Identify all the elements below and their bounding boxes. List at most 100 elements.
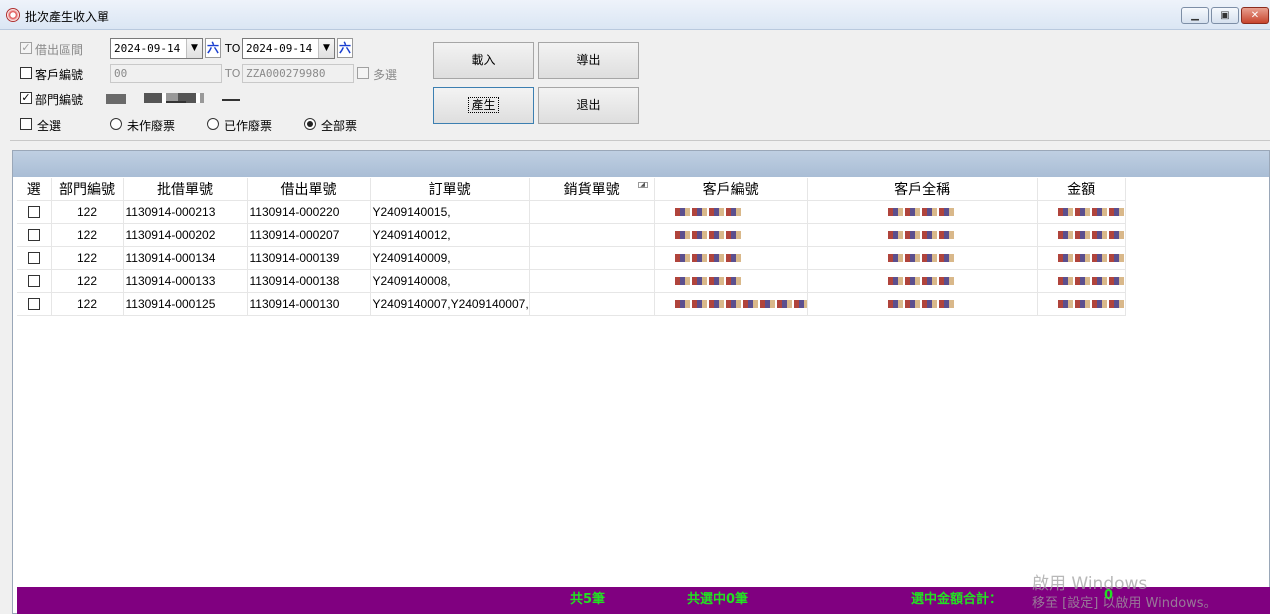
col-customer-no[interactable]: 客戶編號 [654, 178, 808, 201]
select-all-label: 全選 [37, 119, 62, 133]
chevron-down-icon[interactable]: ▼ [318, 39, 334, 58]
cell-batch-no: 1130914-000213 [123, 200, 248, 224]
department-redacted [106, 90, 242, 108]
row-checkbox[interactable] [27, 252, 40, 265]
grid-table: 選 部門編號 批借單號 借出單號 訂單號 銷貨單號 ◢ 客戶編號 客戶全稱 金額 … [17, 178, 1126, 316]
cell-borrow-no: 1130914-000220 [247, 200, 371, 224]
table-row[interactable]: 122 1130914-000134 1130914-000139 Y24091… [17, 246, 1126, 270]
minimize-icon: ▁ [1191, 10, 1199, 21]
export-button[interactable]: 導出 [538, 42, 639, 79]
cell-amount [1037, 269, 1126, 293]
radio-unvoided-label: 未作廢票 [127, 119, 176, 133]
separator [10, 140, 1270, 141]
table-row[interactable]: 122 1130914-000213 1130914-000220 Y24091… [17, 200, 1126, 224]
cell-sales-no [529, 223, 655, 247]
row-select-cell[interactable] [17, 269, 52, 293]
borrow-period-checkbox[interactable]: ✓ [20, 42, 32, 54]
data-grid[interactable]: 選 部門編號 批借單號 借出單號 訂單號 銷貨單號 ◢ 客戶編號 客戶全稱 金額 … [12, 150, 1270, 614]
calendar-to-button[interactable]: 六 [337, 38, 353, 58]
table-row[interactable]: 122 1130914-000202 1130914-000207 Y24091… [17, 223, 1126, 247]
radio-voided[interactable] [207, 118, 219, 130]
selected-amount-label: 選中金額合計： [911, 592, 1003, 607]
select-all-checkbox[interactable] [20, 118, 32, 130]
redacted-amount [1057, 254, 1124, 263]
generate-button-label: 產生 [468, 97, 499, 113]
col-borrow-no[interactable]: 借出單號 [247, 178, 371, 201]
col-amount[interactable]: 金額 [1037, 178, 1126, 201]
close-button[interactable]: ✕ [1241, 7, 1269, 24]
customer-no-checkbox[interactable] [20, 67, 32, 79]
row-select-cell[interactable] [17, 200, 52, 224]
row-select-cell[interactable] [17, 246, 52, 270]
cell-batch-no: 1130914-000202 [123, 223, 248, 247]
cell-batch-no: 1130914-000133 [123, 269, 248, 293]
watermark-line2: 移至 [設定] 以啟用 Windows。 [1032, 596, 1217, 611]
radio-all[interactable] [304, 118, 316, 130]
cell-department: 122 [51, 200, 124, 224]
col-customer-name[interactable]: 客戶全稱 [807, 178, 1038, 201]
cell-order-no: Y2409140008, [370, 269, 530, 293]
row-checkbox[interactable] [27, 275, 40, 288]
maximize-button[interactable]: ▣ [1211, 7, 1239, 24]
selected-count: 共選中0筆 [687, 592, 749, 607]
sort-icon[interactable]: ◢ [637, 182, 648, 188]
date-from-combo[interactable]: 2024-09-14 ▼ [110, 38, 203, 59]
generate-button[interactable]: 產生 [433, 87, 534, 124]
cell-borrow-no: 1130914-000139 [247, 246, 371, 270]
cell-customer-name [807, 223, 1038, 247]
cell-order-no: Y2409140015, [370, 200, 530, 224]
col-sales-no[interactable]: 銷貨單號 ◢ [529, 178, 655, 201]
maximize-icon: ▣ [1220, 10, 1230, 21]
redacted-customer-name [887, 208, 954, 217]
row-select-cell[interactable] [17, 223, 52, 247]
window-title: 批次產生收入單 [25, 10, 110, 24]
col-select[interactable]: 選 [17, 178, 52, 201]
exit-button[interactable]: 退出 [538, 87, 639, 124]
table-row[interactable]: 122 1130914-000125 1130914-000130 Y24091… [17, 292, 1126, 316]
multi-select-label: 多選 [373, 68, 398, 82]
row-select-cell[interactable] [17, 292, 52, 316]
multi-select-checkbox[interactable] [357, 67, 369, 79]
col-order-no[interactable]: 訂單號 [370, 178, 530, 201]
minimize-button[interactable]: ▁ [1181, 7, 1209, 24]
borrow-period-label: 借出區間 [35, 43, 84, 57]
redacted-amount [1057, 208, 1124, 217]
cell-customer-no [654, 292, 808, 316]
date-from-value: 2024-09-14 [114, 42, 181, 55]
customer-from-field[interactable]: 00 [110, 64, 222, 83]
chevron-down-icon[interactable]: ▼ [186, 39, 202, 58]
calendar-from-button[interactable]: 六 [205, 38, 221, 58]
department-checkbox[interactable]: ✓ [20, 92, 32, 104]
cell-borrow-no: 1130914-000207 [247, 223, 371, 247]
cell-customer-name [807, 200, 1038, 224]
cell-customer-no [654, 269, 808, 293]
redacted-customer-no [674, 254, 741, 263]
col-department[interactable]: 部門編號 [51, 178, 124, 201]
customer-to-field[interactable]: ZZA000279980 [242, 64, 354, 83]
cell-department: 122 [51, 246, 124, 270]
redacted-customer-name [887, 300, 954, 309]
radio-unvoided[interactable] [110, 118, 122, 130]
cell-amount [1037, 223, 1126, 247]
cell-customer-name [807, 246, 1038, 270]
cell-sales-no [529, 292, 655, 316]
cell-order-no: Y2409140012, [370, 223, 530, 247]
radio-all-label: 全部票 [321, 119, 358, 133]
close-icon: ✕ [1250, 10, 1260, 21]
table-row[interactable]: 122 1130914-000133 1130914-000138 Y24091… [17, 269, 1126, 293]
col-batch-no[interactable]: 批借單號 [123, 178, 248, 201]
cell-department: 122 [51, 269, 124, 293]
load-button[interactable]: 載入 [433, 42, 534, 79]
row-checkbox[interactable] [27, 206, 40, 219]
redacted-customer-no [674, 277, 741, 286]
cell-batch-no: 1130914-000134 [123, 246, 248, 270]
cell-amount [1037, 246, 1126, 270]
date-to-combo[interactable]: 2024-09-14 ▼ [242, 38, 335, 59]
cell-sales-no [529, 246, 655, 270]
cell-customer-no [654, 246, 808, 270]
title-bar: 批次產生收入單 ▁ ▣ ✕ [0, 0, 1270, 30]
row-checkbox[interactable] [27, 229, 40, 242]
redacted-amount [1057, 277, 1124, 286]
row-checkbox[interactable] [27, 298, 40, 311]
cell-amount [1037, 292, 1126, 316]
